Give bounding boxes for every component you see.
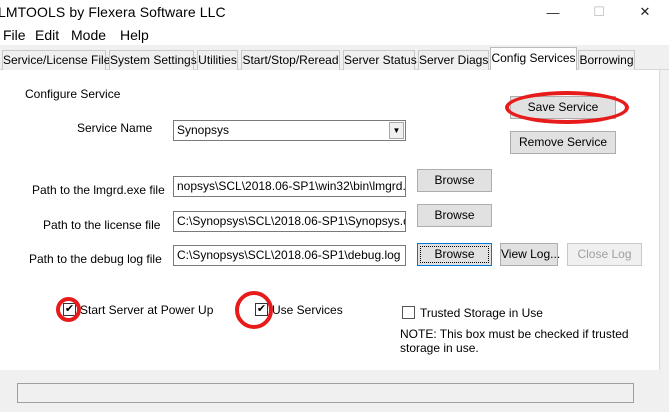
tab-borrowing[interactable]: Borrowing xyxy=(578,50,635,70)
section-title: Configure Service xyxy=(25,87,121,101)
checkmark-icon: ✔ xyxy=(256,303,267,315)
tab-strip: Service/License File System Settings Uti… xyxy=(0,46,669,71)
use-services-checkbox[interactable]: ✔ xyxy=(255,303,268,316)
tab-config-services[interactable]: Config Services xyxy=(490,47,577,71)
service-name-combo[interactable]: Synopsys ▼ xyxy=(173,120,406,141)
browse-lmgrd-button[interactable]: Browse xyxy=(417,169,492,192)
browse-license-button[interactable]: Browse xyxy=(417,204,492,227)
tab-service-license-file[interactable]: Service/License File xyxy=(2,50,110,70)
trusted-storage-note: NOTE: This box must be checked if truste… xyxy=(400,327,629,355)
trusted-storage-checkbox[interactable] xyxy=(402,306,415,319)
start-at-powerup-checkbox[interactable]: ✔ xyxy=(63,303,76,316)
chevron-down-icon[interactable]: ▼ xyxy=(389,122,404,139)
start-at-powerup-label: Start Server at Power Up xyxy=(80,303,214,317)
tab-server-status[interactable]: Server Status xyxy=(343,50,417,70)
config-services-panel: Configure Service Save Service Remove Se… xyxy=(0,70,660,370)
license-path-label: Path to the license file xyxy=(43,218,161,232)
lmgrd-path-input[interactable]: nopsys\SCL\2018.06-SP1\win32\bin\lmgrd.e… xyxy=(173,176,406,197)
browse-debug-log-button[interactable]: Browse xyxy=(417,243,492,266)
status-field xyxy=(17,383,634,403)
service-name-value: Synopsys xyxy=(177,123,230,137)
close-log-button: Close Log xyxy=(567,243,642,266)
lmgrd-path-label: Path to the lmgrd.exe file xyxy=(32,183,165,197)
minimize-button[interactable]: — xyxy=(530,0,576,24)
menu-bar: File Edit Mode Help xyxy=(0,24,669,45)
title-bar[interactable]: LMTOOLS by Flexera Software LLC — ☐ ✕ xyxy=(0,0,669,24)
remove-service-button[interactable]: Remove Service xyxy=(510,131,616,154)
license-path-input[interactable]: C:\Synopsys\SCL\2018.06-SP1\Synopsys.dat xyxy=(173,211,406,232)
use-services-label: Use Services xyxy=(272,303,343,317)
status-bar xyxy=(0,370,669,412)
menu-help[interactable]: Help xyxy=(120,27,149,43)
focus-rectangle xyxy=(420,246,489,263)
close-icon: ✕ xyxy=(639,4,651,19)
maximize-icon: ☐ xyxy=(593,4,605,19)
tab-utilities[interactable]: Utilities xyxy=(197,50,238,70)
menu-edit[interactable]: Edit xyxy=(35,27,59,43)
tab-start-stop-reread[interactable]: Start/Stop/Reread xyxy=(241,50,340,70)
trusted-storage-label: Trusted Storage in Use xyxy=(420,306,543,320)
window-title: LMTOOLS by Flexera Software LLC xyxy=(0,4,226,20)
menu-mode[interactable]: Mode xyxy=(71,27,106,43)
debug-log-path-label: Path to the debug log file xyxy=(29,252,162,266)
service-name-label: Service Name xyxy=(77,121,153,135)
debug-log-path-input[interactable]: C:\Synopsys\SCL\2018.06-SP1\debug.log xyxy=(173,245,406,266)
tab-server-diags[interactable]: Server Diags xyxy=(418,50,489,70)
view-log-button[interactable]: View Log... xyxy=(500,243,560,266)
save-service-button[interactable]: Save Service xyxy=(510,96,616,119)
minimize-icon: — xyxy=(546,4,560,20)
menu-file[interactable]: File xyxy=(3,27,26,43)
close-button[interactable]: ✕ xyxy=(622,0,668,24)
maximize-button[interactable]: ☐ xyxy=(576,0,622,24)
tab-system-settings[interactable]: System Settings xyxy=(109,50,197,70)
checkmark-icon: ✔ xyxy=(64,303,75,315)
